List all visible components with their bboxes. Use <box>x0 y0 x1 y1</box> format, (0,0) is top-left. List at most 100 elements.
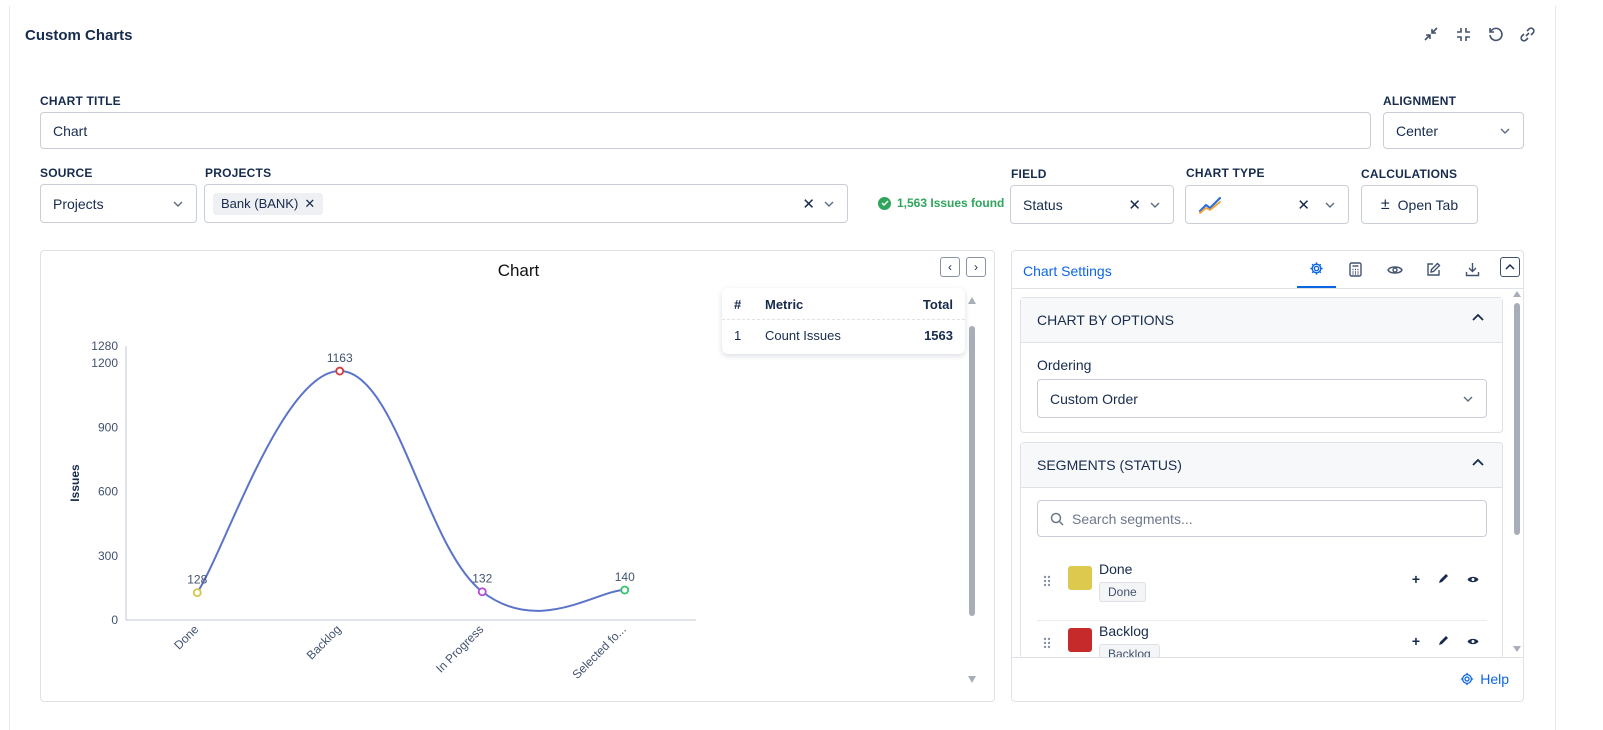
scroll-down-arrow[interactable] <box>968 676 976 683</box>
source-value: Projects <box>53 195 104 212</box>
plus-icon[interactable]: + <box>1412 571 1420 587</box>
alignment-select[interactable]: Center <box>1383 112 1524 149</box>
y-tick-label: 1280 <box>91 339 118 353</box>
chevron-up-icon <box>1472 313 1484 321</box>
metric-table: # Metric Total 1 Count Issues 1563 <box>722 288 965 354</box>
project-tag: Bank (BANK) ✕ <box>213 192 324 215</box>
data-point <box>477 587 487 597</box>
edit-icon[interactable] <box>1414 251 1453 288</box>
chevron-right-icon[interactable]: › <box>966 257 986 277</box>
segment-color-swatch[interactable] <box>1068 566 1092 590</box>
issues-found-status: 1,563 Issues found <box>878 196 1004 210</box>
y-tick-label: 0 <box>111 613 118 627</box>
x-tick-label: Backlog <box>304 622 344 662</box>
minimize-icon[interactable] <box>1421 24 1441 44</box>
chevron-down-icon <box>1500 128 1510 134</box>
drag-handle-icon[interactable] <box>1043 636 1051 654</box>
chevron-down-icon <box>1463 396 1473 402</box>
calculations-label: CALCULATIONS <box>1361 167 1458 181</box>
exit-fullscreen-icon[interactable] <box>1453 24 1473 44</box>
x-tick-label: In Progress <box>433 622 486 675</box>
field-select[interactable]: Status ✕ <box>1010 185 1174 224</box>
drag-handle-icon[interactable] <box>1043 574 1051 592</box>
y-tick-label: 300 <box>98 549 118 563</box>
pencil-icon[interactable] <box>1438 633 1449 649</box>
segment-name: Done <box>1099 561 1133 577</box>
eye-icon[interactable] <box>1467 633 1479 649</box>
y-tick-label: 900 <box>98 420 118 434</box>
chart-nav: ‹ › <box>940 257 986 277</box>
segments-search-input[interactable]: Search segments... <box>1037 500 1487 537</box>
x-tick-label: Selected fo... <box>569 622 628 681</box>
clear-icon[interactable]: ✕ <box>1297 196 1310 214</box>
chart-title-input[interactable]: Chart <box>40 112 1371 149</box>
projects-multiselect[interactable]: Bank (BANK) ✕ ✕ <box>204 184 848 223</box>
scroll-down-arrow[interactable] <box>1513 646 1521 652</box>
ordering-label: Ordering <box>1037 357 1092 373</box>
line-chart-icon <box>1198 196 1222 214</box>
settings-tabs <box>1297 251 1492 288</box>
col-total-header: Total <box>922 297 953 312</box>
chevron-up-icon <box>1472 458 1484 466</box>
chart-panel: Chart ‹ › 0 300 600 900 1200 1280 Issues Done Ba… <box>40 250 995 702</box>
eye-icon[interactable] <box>1467 571 1479 587</box>
data-point <box>192 588 202 598</box>
series-line <box>196 370 625 612</box>
ordering-select[interactable]: Custom Order <box>1037 379 1487 418</box>
help-link[interactable]: Help <box>1460 671 1509 687</box>
source-select[interactable]: Projects <box>40 184 197 223</box>
scroll-up-arrow[interactable] <box>968 297 976 304</box>
chart-title-label: CHART TITLE <box>40 94 121 108</box>
download-icon[interactable] <box>1453 251 1492 288</box>
chevron-left-icon[interactable]: ‹ <box>940 257 960 277</box>
plus-icon[interactable]: + <box>1412 633 1420 649</box>
calculator-icon[interactable] <box>1336 251 1375 288</box>
chevron-down-icon[interactable] <box>823 198 835 210</box>
row-num: 1 <box>734 327 742 343</box>
y-tick-label: 600 <box>98 485 118 499</box>
chart-type-select[interactable]: ✕ <box>1185 185 1349 224</box>
data-point <box>335 366 345 376</box>
collapse-panel-icon[interactable] <box>1500 257 1520 277</box>
data-label: 128 <box>187 573 207 587</box>
chart-by-options-section: CHART BY OPTIONS Ordering Custom Order <box>1020 297 1503 433</box>
chevron-down-icon <box>173 201 183 207</box>
col-metric-header: Metric <box>765 297 804 312</box>
data-label: 140 <box>615 570 635 584</box>
remove-tag-icon[interactable]: ✕ <box>304 196 315 212</box>
col-num-header: # <box>734 297 742 312</box>
clear-icon[interactable]: ✕ <box>802 195 815 213</box>
pencil-icon[interactable] <box>1438 571 1449 587</box>
link-icon[interactable] <box>1517 24 1537 44</box>
scroll-thumb[interactable] <box>969 326 975 616</box>
data-label: 1163 <box>327 351 353 365</box>
data-label: 132 <box>472 572 492 586</box>
chevron-down-icon[interactable] <box>1149 199 1161 211</box>
open-tab-button[interactable]: ± Open Tab <box>1361 185 1478 224</box>
search-icon <box>1050 512 1064 526</box>
projects-label: PROJECTS <box>205 166 272 180</box>
gear-icon[interactable] <box>1297 251 1336 288</box>
chart-by-options-header[interactable]: CHART BY OPTIONS <box>1021 298 1502 343</box>
segment-actions: + <box>1412 571 1479 587</box>
segment-tag: Backlog <box>1099 644 1160 658</box>
gear-icon <box>1461 672 1474 686</box>
header-toolbar <box>1421 24 1537 44</box>
y-tick-label: 1200 <box>91 356 118 370</box>
eye-icon[interactable] <box>1375 251 1414 288</box>
divider <box>1012 657 1523 658</box>
line-chart: 0 300 600 900 1200 1280 Issues Done Backlog In Pr… <box>68 339 696 682</box>
reset-icon[interactable] <box>1485 24 1505 44</box>
field-label: FIELD <box>1011 167 1047 181</box>
list-item: Backlog Backlog + <box>1037 621 1487 658</box>
chart-scrollbar[interactable] <box>967 291 977 691</box>
scroll-up-arrow[interactable] <box>1513 291 1521 297</box>
clear-icon[interactable]: ✕ <box>1128 196 1141 214</box>
segment-name: Backlog <box>1099 623 1149 639</box>
settings-scroll-thumb[interactable] <box>1514 303 1520 535</box>
segment-tag: Done <box>1099 582 1146 602</box>
chevron-down-icon[interactable] <box>1324 199 1336 211</box>
segments-header[interactable]: SEGMENTS (STATUS) <box>1021 443 1502 488</box>
source-label: SOURCE <box>40 166 93 180</box>
segment-color-swatch[interactable] <box>1068 628 1092 652</box>
